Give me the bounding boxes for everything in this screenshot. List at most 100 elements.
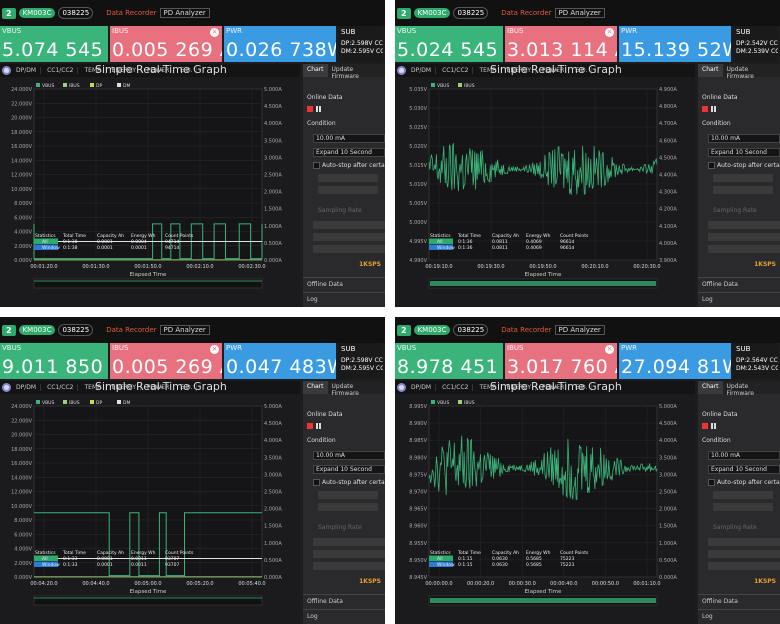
current-threshold-input[interactable]: 10.00 mA: [313, 134, 385, 143]
device-name[interactable]: KM003C: [18, 325, 56, 335]
device-number[interactable]: 2: [397, 324, 411, 336]
data-recorder-tab[interactable]: Data Recorder: [106, 9, 156, 17]
sampling-rate-option[interactable]: [313, 562, 385, 570]
graph-tab-dpdm[interactable]: DP/DM: [407, 384, 437, 391]
device-serial[interactable]: 038225: [453, 7, 489, 19]
pause-icon-bar[interactable]: [319, 423, 321, 429]
close-icon[interactable]: ×: [210, 345, 219, 354]
y-tick-left: 5.015V: [409, 163, 427, 169]
record-icon[interactable]: [307, 423, 313, 429]
graph-settings-icon[interactable]: [2, 383, 11, 392]
device-number[interactable]: 2: [397, 7, 411, 19]
graph-tab-cc1cc2[interactable]: CC1/CC2: [43, 67, 79, 74]
sampling-rate-selected[interactable]: 1KSPS: [754, 261, 776, 268]
close-icon[interactable]: ×: [605, 345, 614, 354]
device-name[interactable]: KM003C: [413, 8, 451, 18]
sampling-rate-option[interactable]: [313, 233, 385, 241]
tab-update-firmware[interactable]: Update Firmware: [723, 381, 780, 397]
device-number[interactable]: 2: [2, 7, 16, 19]
pause-icon[interactable]: [316, 106, 318, 112]
device-number[interactable]: 2: [2, 324, 16, 336]
close-icon[interactable]: ×: [605, 28, 614, 37]
tab-chart[interactable]: Chart: [698, 381, 723, 394]
sampling-rate-option[interactable]: [708, 562, 780, 570]
graph-tab-cc1cc2[interactable]: CC1/CC2: [438, 384, 474, 391]
device-name[interactable]: KM003C: [18, 8, 56, 18]
sampling-rate-option[interactable]: [708, 538, 780, 546]
sampling-rate-option[interactable]: [708, 221, 780, 229]
current-threshold-input[interactable]: 10.00 mA: [708, 451, 780, 460]
record-icon[interactable]: [702, 106, 708, 112]
pd-analyzer-dropdown[interactable]: PD Analyzer: [554, 8, 605, 18]
current-threshold-input[interactable]: 10.00 mA: [708, 134, 780, 143]
sampling-rate-option[interactable]: [708, 550, 780, 558]
graph-tab-dpdm[interactable]: DP/DM: [12, 67, 42, 74]
log-section[interactable]: Log: [698, 609, 780, 623]
pd-analyzer-dropdown[interactable]: PD Analyzer: [554, 325, 605, 335]
sampling-rate-option[interactable]: [313, 538, 385, 546]
pause-icon-bar[interactable]: [714, 423, 716, 429]
graph-tab-cc1cc2[interactable]: CC1/CC2: [43, 384, 79, 391]
offline-data-section[interactable]: Offline Data: [698, 277, 780, 291]
log-section[interactable]: Log: [303, 609, 385, 623]
y-tick-left: 10.000V: [11, 187, 32, 193]
sampling-rate-option[interactable]: [708, 245, 780, 253]
pause-icon[interactable]: [711, 423, 713, 429]
tab-chart[interactable]: Chart: [698, 64, 723, 77]
tab-chart[interactable]: Chart: [303, 64, 328, 77]
log-section[interactable]: Log: [698, 292, 780, 306]
graph-title: Simple Real-Time Graph: [95, 63, 227, 76]
stats-cell: All: [42, 239, 48, 245]
offline-data-section[interactable]: Offline Data: [698, 594, 780, 608]
sampling-rate-option[interactable]: [313, 221, 385, 229]
data-recorder-tab[interactable]: Data Recorder: [106, 326, 156, 334]
sampling-rate-selected[interactable]: 1KSPS: [359, 578, 381, 585]
pause-icon-bar[interactable]: [714, 106, 716, 112]
current-threshold-input[interactable]: 10.00 mA: [313, 451, 385, 460]
device-serial[interactable]: 038225: [58, 7, 94, 19]
record-icon[interactable]: [307, 106, 313, 112]
device-serial[interactable]: 038225: [453, 324, 489, 336]
data-recorder-tab[interactable]: Data Recorder: [501, 326, 551, 334]
auto-stop-checkbox[interactable]: Auto-stop after certain: [313, 479, 385, 486]
pause-icon[interactable]: [711, 106, 713, 112]
graph-tab-dpdm[interactable]: DP/DM: [12, 384, 42, 391]
expand-seconds-select[interactable]: Expand 10 Second: [313, 465, 385, 474]
record-icon[interactable]: [702, 423, 708, 429]
pd-analyzer-dropdown[interactable]: PD Analyzer: [159, 8, 210, 18]
offline-data-section[interactable]: Offline Data: [303, 594, 385, 608]
pause-icon[interactable]: [316, 423, 318, 429]
pd-analyzer-dropdown[interactable]: PD Analyzer: [159, 325, 210, 335]
sampling-rate-selected[interactable]: 1KSPS: [754, 578, 776, 585]
graph-tab-dpdm[interactable]: DP/DM: [407, 67, 437, 74]
tab-update-firmware[interactable]: Update Firmware: [328, 381, 386, 397]
sampling-rate-option[interactable]: [313, 245, 385, 253]
auto-stop-checkbox[interactable]: Auto-stop after certain: [313, 162, 385, 169]
expand-seconds-select[interactable]: Expand 10 Second: [708, 148, 780, 157]
side-tabs: Chart Update Firmware: [303, 64, 386, 80]
stats-cell: 0:1:38: [63, 239, 78, 245]
data-recorder-tab[interactable]: Data Recorder: [501, 9, 551, 17]
device-serial[interactable]: 038225: [58, 324, 94, 336]
tab-update-firmware[interactable]: Update Firmware: [328, 64, 386, 80]
sampling-rate-option[interactable]: [708, 233, 780, 241]
graph-area: DP/DM CC1/CC2 TEMP ENERGY POWER E.D. Simple Re…: [395, 380, 695, 624]
expand-seconds-select[interactable]: Expand 10 Second: [313, 148, 385, 157]
legend-swatch-ibus: [63, 83, 67, 87]
log-section[interactable]: Log: [303, 292, 385, 306]
tab-update-firmware[interactable]: Update Firmware: [723, 64, 780, 80]
graph-settings-icon[interactable]: [397, 66, 406, 75]
auto-stop-checkbox[interactable]: Auto-stop after certain: [708, 162, 780, 169]
offline-data-section[interactable]: Offline Data: [303, 277, 385, 291]
pause-icon-bar[interactable]: [319, 106, 321, 112]
sampling-rate-option[interactable]: [313, 550, 385, 558]
close-icon[interactable]: ×: [210, 28, 219, 37]
graph-settings-icon[interactable]: [2, 66, 11, 75]
auto-stop-checkbox[interactable]: Auto-stop after certain: [708, 479, 780, 486]
device-name[interactable]: KM003C: [413, 325, 451, 335]
tab-chart[interactable]: Chart: [303, 381, 328, 394]
graph-tab-cc1cc2[interactable]: CC1/CC2: [438, 67, 474, 74]
expand-seconds-select[interactable]: Expand 10 Second: [708, 465, 780, 474]
sampling-rate-selected[interactable]: 1KSPS: [359, 261, 381, 268]
graph-settings-icon[interactable]: [397, 383, 406, 392]
